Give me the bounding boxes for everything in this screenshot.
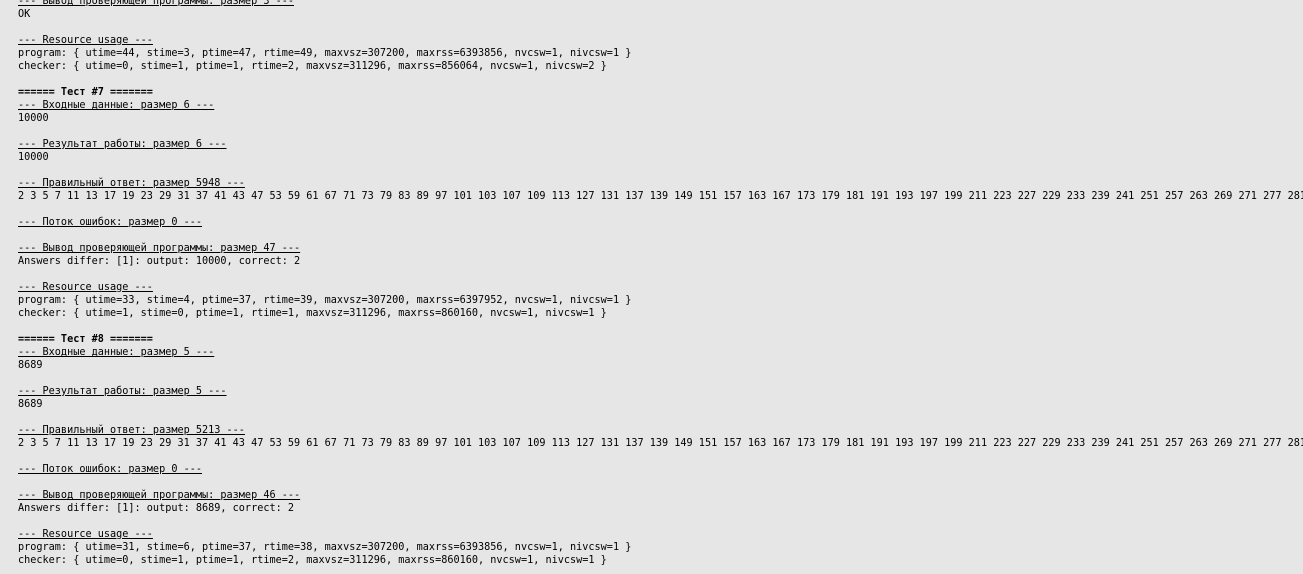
log-line: 2 3 5 7 11 13 17 19 23 29 31 37 41 43 47…: [18, 190, 1303, 203]
log-line: Answers differ: [1]: output: 8689, corre…: [18, 502, 1303, 515]
log-line-text: --- Поток ошибок: размер 0 ---: [18, 217, 203, 228]
section-header: --- Вывод проверяющей программы: размер …: [18, 242, 1303, 255]
log-line: program: { utime=33, stime=4, ptime=37, …: [18, 294, 1303, 307]
log-line-text: checker: { utime=0, stime=1, ptime=1, rt…: [18, 61, 607, 72]
log-line-text: ====== Тест #7 =======: [18, 87, 153, 98]
log-line-text: 10000: [18, 152, 49, 163]
log-line-text: --- Поток ошибок: размер 0 ---: [18, 464, 203, 475]
section-header: --- Правильный ответ: размер 5213 ---: [18, 424, 1303, 437]
section-header: --- Поток ошибок: размер 0 ---: [18, 463, 1303, 476]
log-line-text: 2 3 5 7 11 13 17 19 23 29 31 37 41 43 47…: [18, 191, 1303, 202]
log-line-text: 10000: [18, 113, 49, 124]
section-header: --- Вывод проверяющей программы: размер …: [18, 489, 1303, 502]
section-header: --- Входные данные: размер 6 ---: [18, 99, 1303, 112]
log-line: 2 3 5 7 11 13 17 19 23 29 31 37 41 43 47…: [18, 437, 1303, 450]
log-line-text: program: { utime=33, stime=4, ptime=37, …: [18, 295, 632, 306]
section-header: --- Resource usage ---: [18, 528, 1303, 541]
section-header: --- Поток ошибок: размер 0 ---: [18, 216, 1303, 229]
log-line: 8689: [18, 359, 1303, 372]
log-line: Answers differ: [1]: output: 10000, corr…: [18, 255, 1303, 268]
log-line-text: --- Resource usage ---: [18, 35, 153, 46]
log-line-text: --- Входные данные: размер 6 ---: [18, 100, 215, 111]
log-line-text: OK: [18, 9, 31, 20]
log-line-text: --- Правильный ответ: размер 5948 ---: [18, 178, 245, 189]
log-line-text: 2 3 5 7 11 13 17 19 23 29 31 37 41 43 47…: [18, 438, 1303, 449]
section-header: --- Правильный ответ: размер 5948 ---: [18, 177, 1303, 190]
log-line: OK: [18, 8, 1303, 21]
log-line-text: --- Результат работы: размер 5 ---: [18, 386, 227, 397]
log-line-text: Answers differ: [1]: output: 10000, corr…: [18, 256, 301, 267]
log-line: 10000: [18, 112, 1303, 125]
log-line-text: --- Правильный ответ: размер 5213 ---: [18, 425, 245, 436]
section-header: --- Результат работы: размер 6 ---: [18, 138, 1303, 151]
log-line-text: --- Вывод проверяющей программы: размер …: [18, 243, 301, 254]
log-line-text: --- Входные данные: размер 5 ---: [18, 347, 215, 358]
log-line: checker: { utime=0, stime=1, ptime=1, rt…: [18, 60, 1303, 73]
log-line: program: { utime=44, stime=3, ptime=47, …: [18, 47, 1303, 60]
section-header: --- Вывод проверяющей программы: размер …: [18, 0, 1303, 8]
log-line-text: --- Результат работы: размер 6 ---: [18, 139, 227, 150]
log-line-text: --- Resource usage ---: [18, 529, 153, 540]
log-line-text: 8689: [18, 360, 43, 371]
log-line-text: checker: { utime=0, stime=1, ptime=1, rt…: [18, 555, 607, 566]
section-header: --- Результат работы: размер 5 ---: [18, 385, 1303, 398]
test-log: --- Вывод проверяющей программы: размер …: [18, 0, 1303, 567]
log-line-text: ====== Тест #8 =======: [18, 334, 153, 345]
log-line: program: { utime=31, stime=6, ptime=37, …: [18, 541, 1303, 554]
log-line: checker: { utime=0, stime=1, ptime=1, rt…: [18, 554, 1303, 567]
section-header: --- Resource usage ---: [18, 34, 1303, 47]
log-line-text: --- Вывод проверяющей программы: размер …: [18, 0, 295, 7]
log-line-text: Answers differ: [1]: output: 8689, corre…: [18, 503, 295, 514]
log-line-text: --- Resource usage ---: [18, 282, 153, 293]
log-line: 8689: [18, 398, 1303, 411]
log-line-text: checker: { utime=1, stime=0, ptime=1, rt…: [18, 308, 607, 319]
log-line: checker: { utime=1, stime=0, ptime=1, rt…: [18, 307, 1303, 320]
log-line: 10000: [18, 151, 1303, 164]
test-heading: ====== Тест #7 =======: [18, 86, 1303, 99]
log-line-text: --- Вывод проверяющей программы: размер …: [18, 490, 301, 501]
section-header: --- Resource usage ---: [18, 281, 1303, 294]
test-heading: ====== Тест #8 =======: [18, 333, 1303, 346]
log-line-text: program: { utime=31, stime=6, ptime=37, …: [18, 542, 632, 553]
log-line-text: program: { utime=44, stime=3, ptime=47, …: [18, 48, 632, 59]
section-header: --- Входные данные: размер 5 ---: [18, 346, 1303, 359]
log-line-text: 8689: [18, 399, 43, 410]
